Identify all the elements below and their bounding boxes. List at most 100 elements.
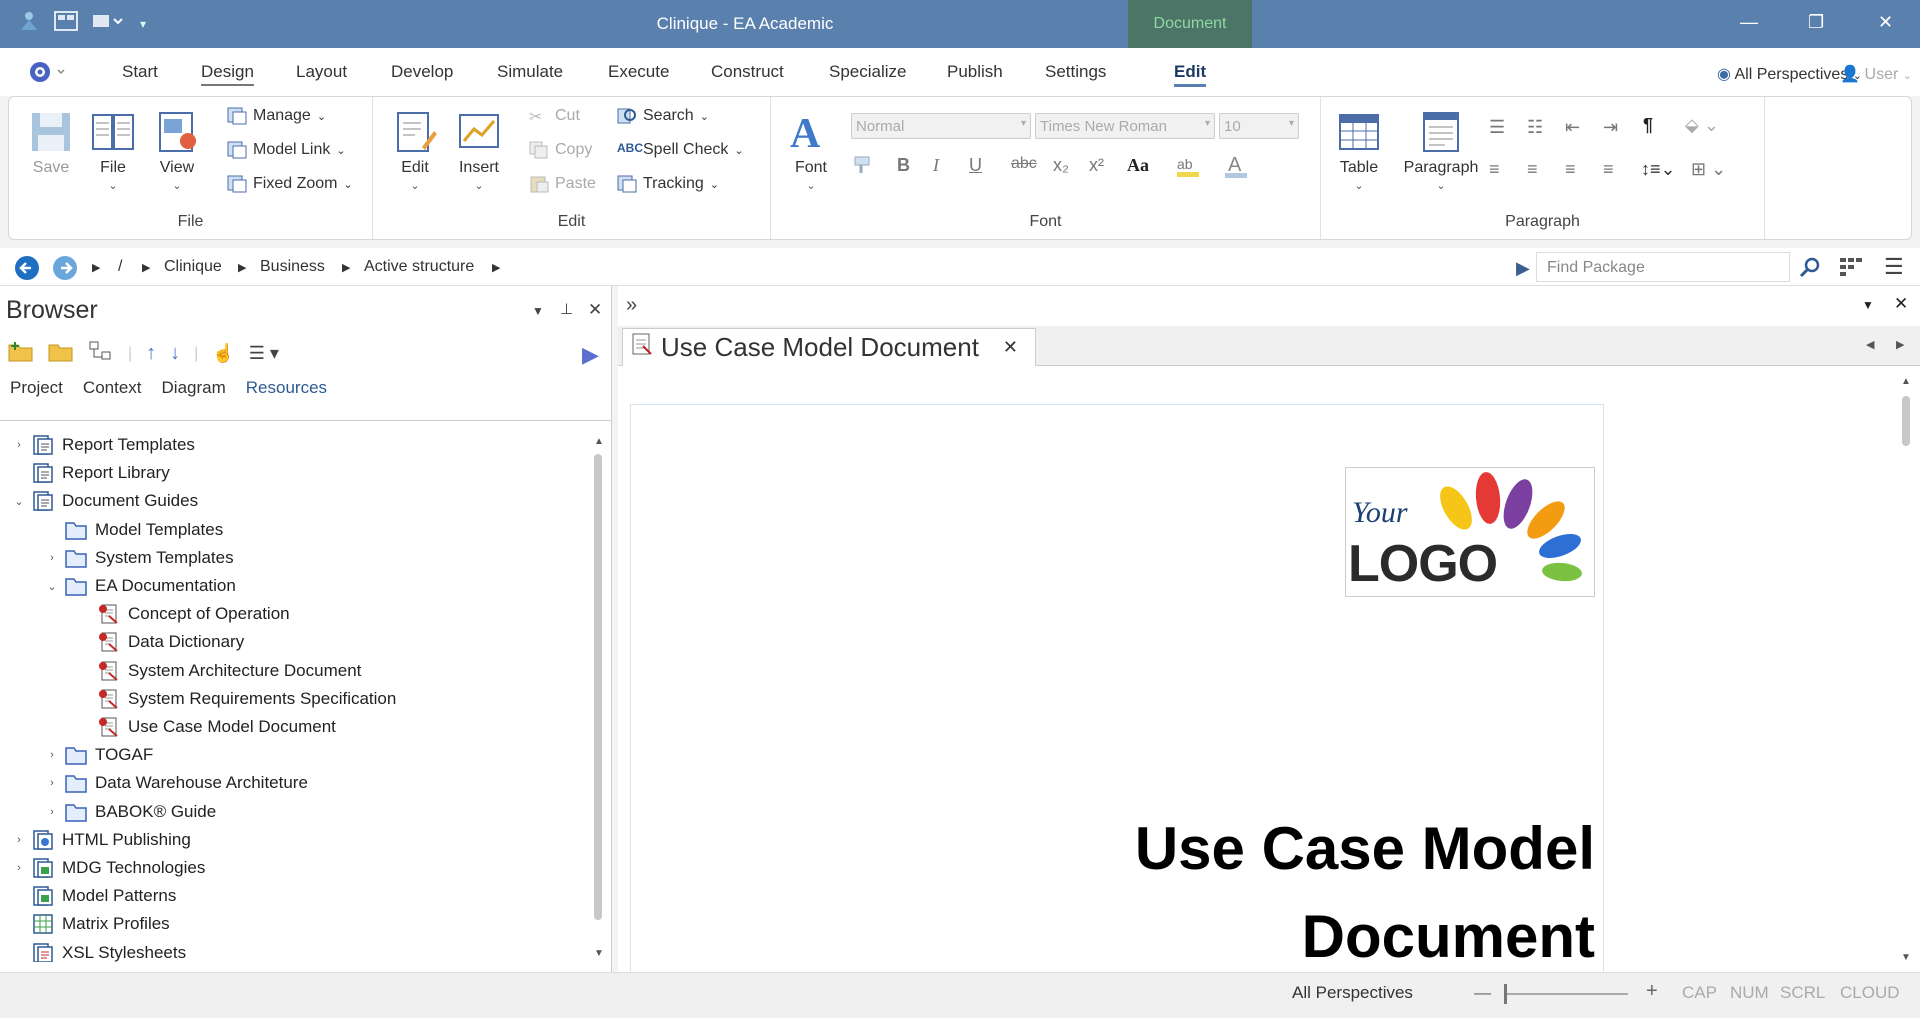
tab-diagram[interactable]: Diagram — [162, 378, 226, 398]
bold-button[interactable]: B — [897, 155, 910, 176]
breadcrumb-arrow[interactable]: ▶ — [492, 261, 500, 274]
tab-resources[interactable]: Resources — [246, 378, 327, 398]
breadcrumb-arrow[interactable]: ▶ — [342, 261, 350, 274]
doc-tab-close-icon[interactable]: ✕ — [1003, 337, 1018, 358]
use-case-doc-tab[interactable]: Use Case Model Document ✕ — [622, 328, 1036, 366]
browser-expand-icon[interactable]: ▶ — [582, 342, 599, 368]
expand-arrow-icon[interactable]: › — [45, 777, 59, 789]
tree-item[interactable]: System Requirements Specification — [78, 686, 396, 712]
browser-dropdown-icon[interactable]: ▼ — [532, 304, 544, 318]
tab-develop[interactable]: Develop — [391, 62, 453, 82]
table-button[interactable]: Table ⌄ — [1331, 109, 1387, 192]
underline-button[interactable]: U — [969, 155, 982, 176]
copy-button[interactable]: Copy — [529, 141, 592, 159]
tree-item[interactable]: System Architecture Document — [78, 658, 361, 684]
tree-item[interactable]: Use Case Model Document — [78, 714, 336, 740]
scroll-down-icon[interactable]: ▼ — [594, 948, 604, 959]
back-icon[interactable] — [14, 255, 40, 286]
expand-arrow-icon[interactable]: › — [45, 552, 59, 564]
tab-context[interactable]: Context — [83, 378, 142, 398]
tree-item[interactable]: › MDG Technologies — [12, 855, 205, 881]
align-right-icon[interactable]: ≡ — [1565, 159, 1576, 180]
doc-scroll-down-icon[interactable]: ▼ — [1901, 952, 1911, 963]
tree-item[interactable]: › Data Warehouse Architeture — [45, 770, 308, 796]
collapse-arrow-icon[interactable]: ⌄ — [45, 580, 59, 593]
tree-item[interactable]: Matrix Profiles — [12, 911, 170, 937]
user-menu[interactable]: 👤 User ⌄ — [1840, 64, 1912, 84]
folder-icon[interactable] — [48, 340, 74, 367]
superscript-button[interactable]: x² — [1089, 155, 1104, 176]
find-package-input[interactable]: Find Package — [1536, 252, 1790, 282]
tree-item[interactable]: › TOGAF — [45, 742, 153, 768]
breadcrumb-arrow[interactable]: ▶ — [92, 261, 100, 274]
tab-scroll-left-icon[interactable]: ◀ — [1866, 338, 1874, 351]
font-face-select[interactable]: Times New Roman ▾ — [1035, 113, 1215, 139]
tracking-button[interactable]: Tracking ⌄ — [617, 175, 719, 193]
view-button[interactable]: View ⌄ — [149, 109, 205, 192]
breadcrumb-clinique[interactable]: Clinique — [164, 258, 222, 276]
model-link-button[interactable]: Model Link ⌄ — [227, 141, 346, 159]
document-scrollbar[interactable]: ▲ ▼ — [1898, 376, 1914, 972]
tab-simulate[interactable]: Simulate — [497, 62, 563, 82]
expand-arrow-icon[interactable]: › — [45, 749, 59, 761]
status-perspectives[interactable]: All Perspectives — [1292, 983, 1413, 1003]
context-tab-document[interactable]: Document — [1128, 0, 1252, 48]
bullet-list-icon[interactable]: ☰ — [1489, 117, 1505, 138]
numbered-list-icon[interactable]: ☷ — [1527, 117, 1543, 138]
increase-indent-icon[interactable]: ⇥ — [1603, 117, 1618, 138]
tab-execute[interactable]: Execute — [608, 62, 669, 82]
new-package-icon[interactable] — [8, 340, 34, 367]
zoom-slider-handle[interactable] — [1504, 984, 1507, 1004]
document-close-icon[interactable]: ✕ — [1894, 294, 1908, 314]
pin-icon[interactable]: ⊥ — [560, 300, 573, 318]
tab-layout[interactable]: Layout — [296, 62, 347, 82]
tree-item[interactable]: Model Templates — [45, 517, 223, 543]
tree-item[interactable]: Report Library — [12, 460, 170, 486]
font-size-select[interactable]: 10 ▾ — [1219, 113, 1299, 139]
fixed-zoom-button[interactable]: Fixed Zoom ⌄ — [227, 175, 353, 193]
expand-arrow-icon[interactable]: › — [12, 834, 26, 846]
tree-item[interactable]: › Report Templates — [12, 432, 195, 458]
tab-edit[interactable]: Edit — [1174, 62, 1207, 87]
tab-specialize[interactable]: Specialize — [829, 62, 907, 82]
justify-icon[interactable]: ≡ — [1603, 159, 1614, 180]
move-up-icon[interactable]: ↑ — [146, 342, 156, 365]
file-button[interactable]: File ⌄ — [85, 109, 141, 192]
move-down-icon[interactable]: ↓ — [170, 342, 180, 365]
insert-button[interactable]: Insert ⌄ — [451, 109, 507, 192]
zoom-out-button[interactable]: — — [1474, 983, 1491, 1003]
tab-construct[interactable]: Construct — [711, 62, 784, 82]
tree-item[interactable]: ⌄ Document Guides — [12, 488, 198, 514]
tab-publish[interactable]: Publish — [947, 62, 1003, 82]
pilcrow-icon[interactable]: ¶ — [1643, 115, 1653, 136]
font-color-icon[interactable]: A — [1223, 153, 1253, 184]
tab-settings[interactable]: Settings — [1045, 62, 1106, 82]
paste-button[interactable]: Paste — [529, 175, 596, 193]
style-select[interactable]: Normal ▾ — [851, 113, 1031, 139]
minimize-button[interactable]: — — [1740, 12, 1758, 33]
manage-button[interactable]: Manage ⌄ — [227, 107, 326, 125]
borders-icon[interactable]: ⊞ ⌄ — [1691, 159, 1726, 180]
breadcrumb-root[interactable]: / — [118, 258, 122, 276]
paragraph-button[interactable]: Paragraph ⌄ — [1391, 109, 1491, 192]
breadcrumb-arrow[interactable]: ▶ — [238, 261, 246, 274]
tree-item[interactable]: › HTML Publishing — [12, 827, 191, 853]
tree-item[interactable]: Model Patterns — [12, 883, 176, 909]
tree-item[interactable]: ⌄ EA Documentation — [45, 573, 236, 599]
subscript-button[interactable]: x₂ — [1053, 155, 1069, 176]
zoom-in-button[interactable]: + — [1646, 980, 1658, 1003]
tab-start[interactable]: Start — [122, 62, 158, 82]
browser-close-icon[interactable]: ✕ — [588, 300, 602, 320]
line-spacing-icon[interactable]: ↕≡⌄ — [1641, 159, 1676, 180]
hamburger-menu-icon[interactable]: ☰ — [1884, 254, 1904, 280]
find-search-icon[interactable] — [1798, 256, 1822, 285]
restore-button[interactable]: ❐ — [1808, 12, 1824, 33]
tab-project[interactable]: Project — [10, 378, 63, 398]
tab-scroll-right-icon[interactable]: ▶ — [1896, 338, 1904, 351]
cut-button[interactable]: ✂ Cut — [529, 107, 580, 126]
expand-panels-icon[interactable]: » — [626, 294, 637, 317]
change-case-button[interactable]: Aa — [1127, 155, 1149, 176]
decrease-indent-icon[interactable]: ⇤ — [1565, 117, 1580, 138]
close-button[interactable]: ✕ — [1878, 12, 1893, 33]
touch-icon[interactable]: ☝ — [212, 343, 234, 364]
